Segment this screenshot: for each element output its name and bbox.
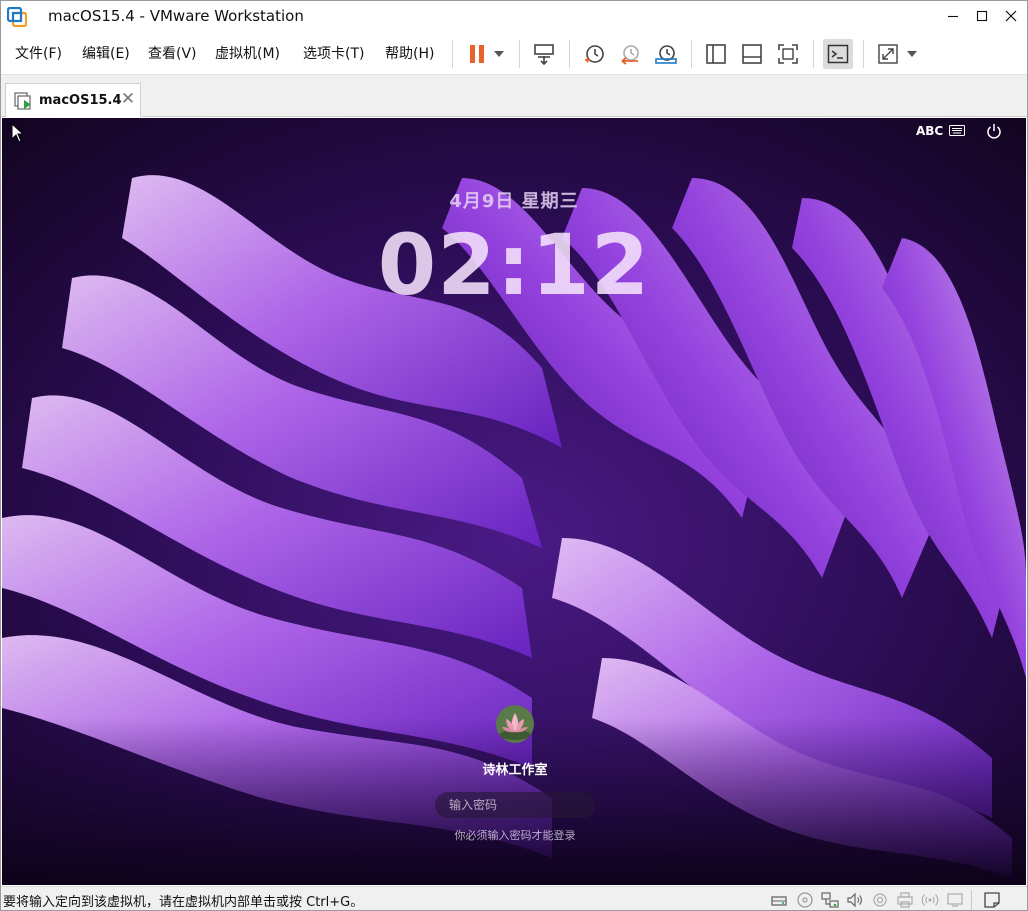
toolbar-separator — [452, 40, 453, 68]
vm-console[interactable]: ABC 4月9日 星期三 02:12 诗林工作室 你必须输入密码才能登录 — [2, 118, 1026, 885]
toolbar-separator — [569, 40, 570, 68]
cd-dvd-icon[interactable] — [796, 891, 814, 909]
menu-view[interactable]: 查看(V) — [148, 43, 197, 63]
lotus-icon — [496, 705, 534, 743]
console-view-button[interactable] — [823, 39, 853, 69]
status-bar: 要将输入定向到该虚拟机，请在虚拟机内部单击或按 Ctrl+G。 — [1, 886, 1027, 910]
menu-help[interactable]: 帮助(H) — [385, 43, 434, 63]
vm-running-icon — [14, 92, 31, 110]
title-bar: macOS15.4 - VMware Workstation — [1, 1, 1027, 32]
tab-macos[interactable]: macOS15.4 ✕ — [5, 83, 141, 117]
lock-screen-time: 02:12 — [377, 216, 651, 314]
pause-icon — [470, 45, 484, 63]
tab-close-icon[interactable]: ✕ — [120, 90, 136, 108]
snapshot-manager-button[interactable] — [651, 39, 681, 69]
fullscreen-dropdown-button[interactable] — [901, 39, 923, 69]
message-log-icon[interactable] — [983, 891, 1001, 909]
vmware-app-icon — [7, 7, 27, 27]
snapshot-icon — [585, 45, 604, 63]
thumbnail-icon — [742, 44, 762, 64]
usb-icon[interactable] — [871, 891, 889, 909]
send-ctrl-alt-del-button[interactable] — [529, 39, 559, 69]
display-icon[interactable] — [946, 891, 964, 909]
fullscreen-fit-icon — [778, 44, 798, 64]
keyboard-icon[interactable] — [949, 125, 965, 136]
wireless-icon[interactable] — [921, 891, 939, 909]
send-keys-icon — [534, 44, 554, 66]
tab-strip: macOS15.4 ✕ — [1, 75, 1027, 117]
show-thumbnail-button[interactable] — [737, 39, 767, 69]
hard-disk-icon[interactable] — [770, 891, 788, 909]
power-dropdown-button[interactable] — [488, 39, 510, 69]
menu-tabs[interactable]: 选项卡(T) — [303, 43, 364, 63]
sound-icon[interactable] — [846, 891, 864, 909]
show-library-button[interactable] — [701, 39, 731, 69]
fit-guest-button[interactable] — [773, 39, 803, 69]
toolbar-separator — [519, 40, 520, 68]
password-hint: 你必须输入密码才能登录 — [454, 829, 576, 842]
toolbar-separator — [691, 40, 692, 68]
close-button[interactable] — [996, 5, 1026, 27]
maximize-icon — [976, 10, 988, 22]
tab-label: macOS15.4 — [39, 93, 122, 108]
password-field[interactable] — [435, 792, 595, 818]
close-icon — [1005, 10, 1017, 22]
minimize-icon — [948, 15, 958, 18]
user-avatar[interactable] — [496, 705, 534, 743]
console-icon — [827, 44, 849, 64]
status-separator — [971, 890, 972, 910]
toolbar-separator — [863, 40, 864, 68]
toolbar-separator — [813, 40, 814, 68]
lock-screen-date: 4月9日 星期三 — [449, 191, 579, 212]
revert-snapshot-icon — [621, 45, 639, 65]
menu-vm[interactable]: 虚拟机(M) — [215, 43, 280, 63]
input-source-label[interactable]: ABC — [916, 124, 943, 138]
maximize-button[interactable] — [967, 5, 997, 27]
mouse-pointer-icon — [11, 123, 25, 143]
snapshot-manager-icon — [655, 45, 677, 64]
enter-fullscreen-button[interactable] — [873, 39, 903, 69]
status-message: 要将输入定向到该虚拟机，请在虚拟机内部单击或按 Ctrl+G。 — [3, 895, 364, 910]
dropdown-arrow-icon — [907, 51, 917, 57]
library-icon — [706, 44, 726, 64]
window-title: macOS15.4 - VMware Workstation — [48, 7, 304, 25]
power-icon[interactable] — [986, 123, 1002, 139]
minimize-button[interactable] — [938, 5, 968, 27]
menu-edit[interactable]: 编辑(E) — [82, 43, 130, 63]
user-name: 诗林工作室 — [482, 763, 548, 778]
revert-snapshot-button[interactable] — [615, 39, 645, 69]
menu-toolbar: 文件(F) 编辑(E) 查看(V) 虚拟机(M) 选项卡(T) 帮助(H) — [1, 32, 1027, 75]
vmware-window: macOS15.4 - VMware Workstation 文件(F) 编辑(… — [0, 0, 1028, 911]
dropdown-arrow-icon — [494, 51, 504, 57]
printer-icon[interactable] — [896, 891, 914, 909]
menu-file[interactable]: 文件(F) — [15, 43, 62, 63]
take-snapshot-button[interactable] — [579, 39, 609, 69]
network-icon[interactable] — [821, 891, 839, 909]
fullscreen-icon — [878, 44, 898, 64]
